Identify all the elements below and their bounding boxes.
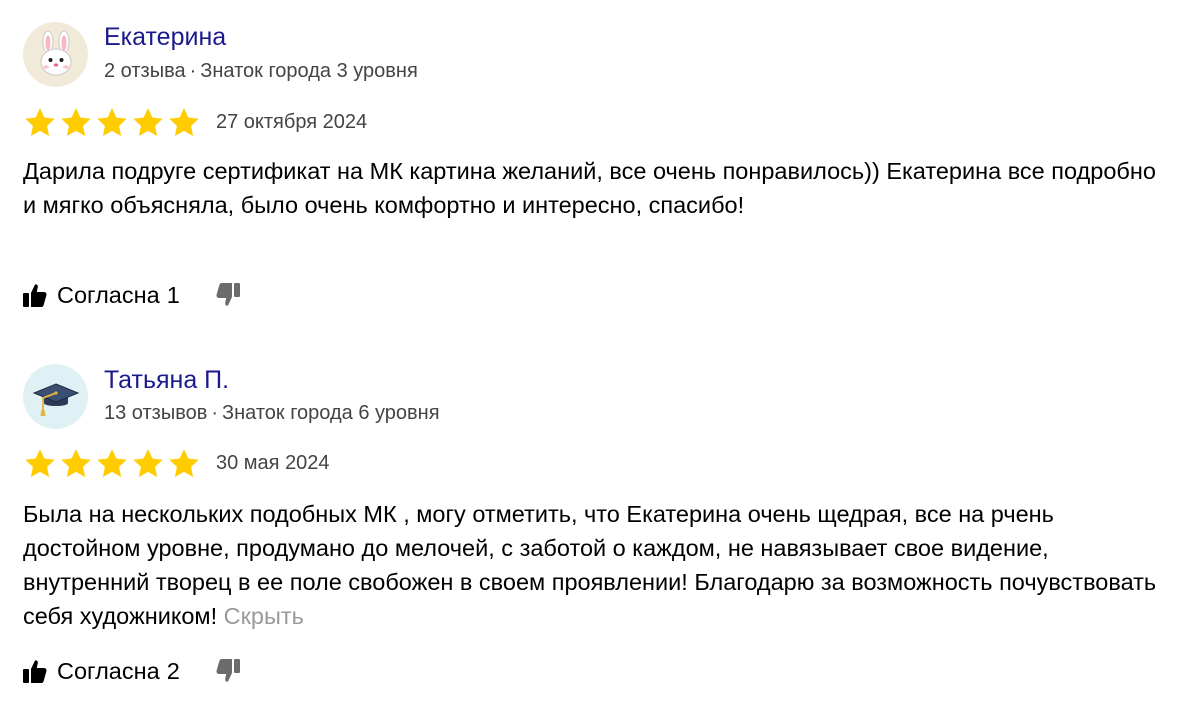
disagree-button[interactable] [216, 658, 240, 684]
agree-count: 1 [166, 281, 180, 308]
review-date: 30 мая 2024 [216, 452, 330, 474]
star-icon [95, 447, 129, 481]
star-icon [23, 106, 57, 140]
author-name[interactable]: Татьяна П. [104, 365, 229, 395]
bunny-face-icon [31, 30, 81, 80]
agree-button[interactable]: Согласна 1 [23, 282, 180, 309]
star-icon [23, 447, 57, 481]
agree-count: 2 [166, 657, 180, 684]
author-avatar[interactable] [23, 364, 88, 429]
agree-button[interactable]: Согласна 2 [23, 658, 180, 685]
meta-separator: · [211, 402, 219, 424]
thumbs-up-icon [23, 282, 47, 308]
star-icon [167, 447, 201, 481]
star-icon [131, 447, 165, 481]
star-icon [59, 447, 93, 481]
star-icon [59, 106, 93, 140]
review-text: Дарила подруге сертификат на МК картина … [23, 154, 1168, 222]
star-icon [131, 106, 165, 140]
meta-separator: · [189, 60, 197, 82]
hide-review-link[interactable]: Скрыть [224, 603, 304, 629]
thumbs-up-icon [23, 658, 47, 684]
review-body: Была на нескольких подобных МК , могу от… [23, 501, 1157, 629]
thumbs-down-icon [216, 282, 240, 308]
graduation-cap-icon [31, 372, 81, 422]
disagree-button[interactable] [216, 282, 240, 308]
review-text: Была на нескольких подобных МК , могу от… [23, 497, 1168, 633]
review-date: 27 октября 2024 [216, 111, 368, 133]
author-avatar[interactable] [23, 22, 88, 87]
agree-label: Согласна [57, 281, 160, 308]
thumbs-down-icon [216, 658, 240, 684]
author-review-count: 13 отзывов [104, 402, 208, 424]
review-actions: Согласна 1 [23, 280, 240, 310]
agree-label: Согласна [57, 657, 160, 684]
review-actions: Согласна 2 [23, 656, 240, 686]
star-icon [167, 106, 201, 140]
author-name[interactable]: Екатерина [104, 22, 226, 52]
rating-stars [23, 447, 201, 481]
review-body: Дарила подруге сертификат на МК картина … [23, 158, 1156, 218]
author-level: Знаток города 3 уровня [200, 60, 418, 82]
author-meta: 2 отзыва · Знаток города 3 уровня [104, 59, 418, 83]
rating-stars [23, 106, 201, 140]
author-review-count: 2 отзыва [104, 60, 186, 82]
star-icon [95, 106, 129, 140]
author-level: Знаток города 6 уровня [222, 402, 440, 424]
author-meta: 13 отзывов · Знаток города 6 уровня [104, 401, 440, 425]
